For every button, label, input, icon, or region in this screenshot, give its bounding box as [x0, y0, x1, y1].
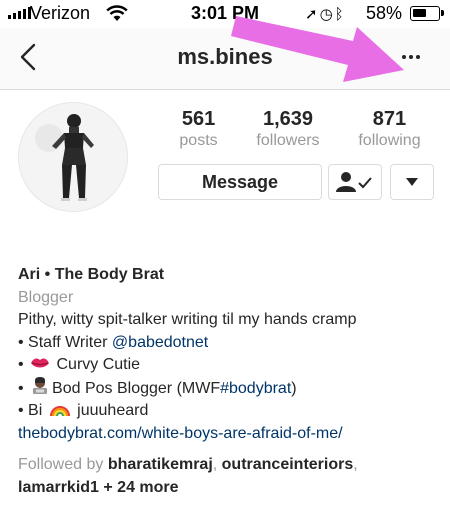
battery-percentage: 58% — [366, 3, 403, 23]
message-button[interactable]: Message — [158, 164, 322, 200]
battery-icon — [410, 6, 440, 21]
person-laptop-emoji-icon — [33, 376, 48, 394]
bio-text: • — [18, 356, 29, 373]
stat-posts-count: 561 — [181, 108, 216, 130]
profile-category: Blogger — [18, 288, 74, 306]
suggested-dropdown-button[interactable] — [390, 164, 434, 200]
stat-posts-label: posts — [179, 132, 218, 149]
bio-text: • — [18, 379, 29, 397]
nav-bar: ms.bines — [0, 28, 450, 90]
more-options-icon — [402, 55, 406, 59]
mention-link[interactable]: @babedotnet — [112, 334, 208, 351]
separator: , — [212, 456, 222, 473]
alarm-icon: ◷ — [319, 6, 335, 23]
stat-following-count: 871 — [372, 108, 407, 130]
stat-posts[interactable]: 561 posts — [179, 108, 217, 150]
stat-followers[interactable]: 1,639 followers — [256, 108, 319, 150]
more-dot — [416, 55, 420, 59]
battery-fill — [413, 9, 426, 17]
profile-username: ms.bines — [177, 44, 273, 69]
followed-by[interactable]: Followed by bharatikemraj, outranceinter… — [18, 454, 438, 499]
status-icons: ➚◷ᛒ — [305, 5, 346, 23]
stat-followers-count: 1,639 — [262, 108, 314, 130]
bio-text: • Staff Writer — [18, 333, 112, 351]
bio-line: • Staff Writer @babedotnet — [18, 332, 438, 355]
more-followers: + 24 more — [98, 478, 179, 496]
hashtag-link[interactable]: #bodybrat — [220, 380, 291, 397]
profile-photo — [19, 103, 127, 211]
stat-followers-label: followers — [256, 132, 320, 149]
bio-text: • Bi — [18, 402, 47, 419]
bio-text: juuuheard — [72, 402, 149, 419]
bio-line: Pithy, witty spit-talker writing til my … — [18, 311, 357, 328]
follower-name: lamarrkid1 — [18, 478, 99, 496]
rainbow-emoji-icon — [49, 406, 70, 417]
profile-full-name: Ari • The Body Brat — [18, 266, 165, 283]
profile-avatar[interactable] — [18, 102, 128, 212]
following-icon — [336, 172, 372, 192]
profile-stats: 561 posts 1,639 followers 871 following — [160, 108, 440, 150]
dropdown-caret-icon — [406, 178, 418, 186]
bio-line: • Bod Pos Blogger (MWF#bodybrat) — [18, 376, 438, 401]
website-link[interactable]: thebodybrat.com/white-boys-are-afraid-of… — [18, 423, 438, 446]
stat-following-label: following — [358, 132, 421, 149]
location-icon: ➚ — [305, 6, 320, 23]
following-button[interactable] — [328, 164, 382, 200]
bio-line: • Curvy Cutie — [18, 354, 438, 377]
bio-text: Bod Pos Blogger (MWF — [52, 379, 221, 397]
follower-name: outranceinteriors — [221, 456, 354, 473]
bio-text: ) — [291, 379, 297, 397]
lips-emoji-icon — [31, 358, 50, 368]
more-dot — [409, 55, 413, 59]
status-bar: Verizon 3:01 PM ➚◷ᛒ 58% — [0, 0, 450, 28]
more-options-button[interactable] — [395, 47, 427, 67]
follower-name: bharatikemraj — [107, 456, 213, 473]
bio-line: • Bi juuuheard — [18, 400, 438, 423]
bluetooth-icon: ᛒ — [334, 6, 346, 23]
followed-by-prefix: Followed by — [18, 456, 108, 473]
bio-text: Curvy Cutie — [52, 356, 141, 373]
separator: , — [353, 456, 358, 473]
battery-cap — [441, 10, 444, 16]
profile-bio: Ari • The Body Brat Blogger Pithy, witty… — [18, 264, 438, 499]
stat-following[interactable]: 871 following — [358, 108, 420, 150]
